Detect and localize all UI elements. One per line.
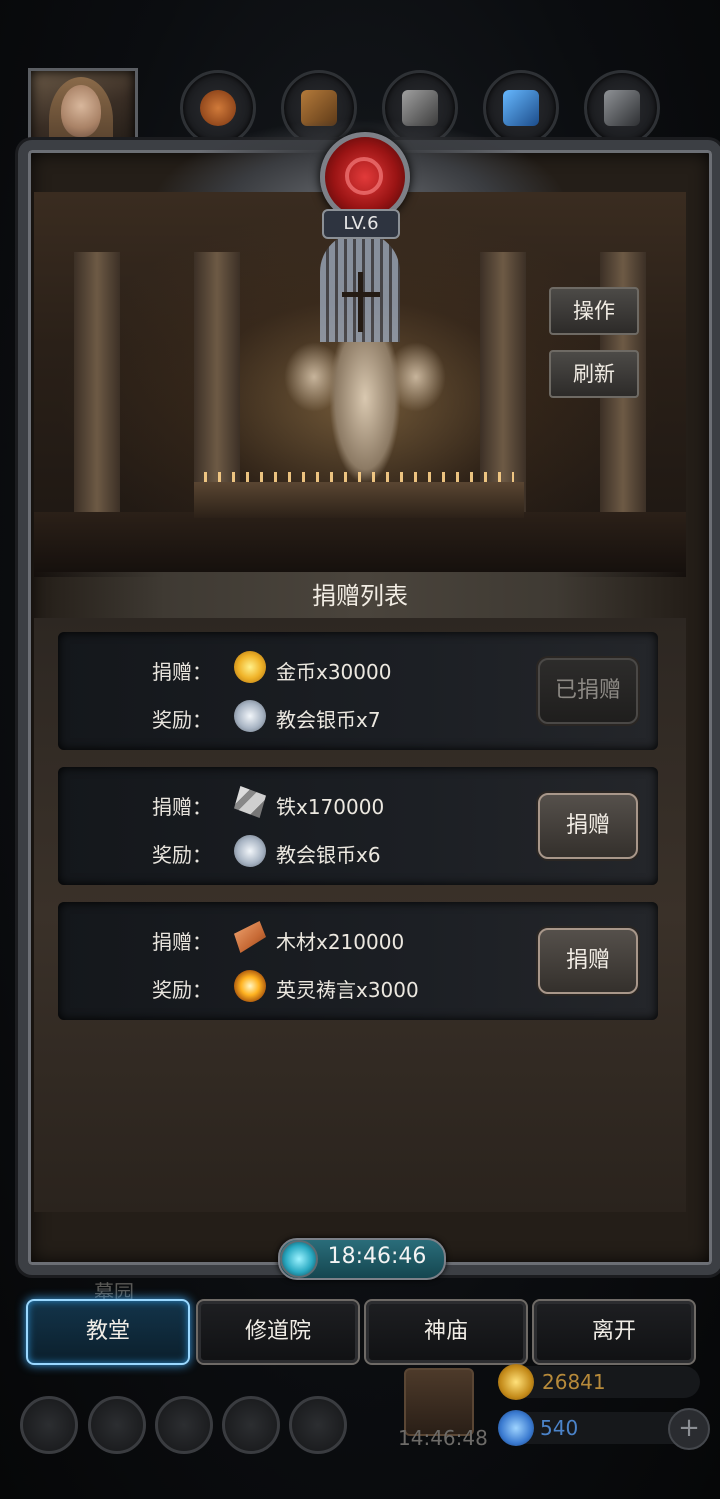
reward-item: 英灵祷言x3000 <box>276 978 419 1002</box>
donate-label: 捐赠： <box>152 795 212 819</box>
gold-icon <box>498 1364 534 1400</box>
heroic-prayer-icon <box>234 970 266 1002</box>
operate-button[interactable]: 操作 <box>549 287 639 335</box>
donation-row: 捐赠： 木材x210000 奖励： 英灵祷言x3000 捐赠 <box>58 902 658 1020</box>
candles <box>204 472 514 482</box>
add-currency-button[interactable]: + <box>668 1408 710 1450</box>
tab-temple[interactable]: 神庙 <box>364 1299 528 1365</box>
guild-icon[interactable] <box>155 1396 213 1454</box>
reward-item: 教会银币x6 <box>276 843 381 867</box>
pillar <box>74 252 120 532</box>
donate-button[interactable]: 捐赠 <box>538 793 638 859</box>
refresh-button[interactable]: 刷新 <box>549 350 639 398</box>
level-badge: LV.6 <box>322 209 400 239</box>
quest-icon[interactable] <box>289 1396 347 1454</box>
hero-icon[interactable] <box>88 1396 146 1454</box>
mail-icon[interactable] <box>222 1396 280 1454</box>
altar <box>194 482 524 518</box>
gem-amount: 540 <box>540 1416 579 1440</box>
donate-item: 木材x210000 <box>276 930 405 954</box>
tab-church[interactable]: 教堂 <box>26 1299 190 1365</box>
donate-label: 捐赠： <box>152 660 212 684</box>
donate-item: 铁x170000 <box>276 795 385 819</box>
angel-statue <box>330 342 400 482</box>
gold-coin-icon <box>234 651 266 683</box>
donation-row: 捐赠： 铁x170000 奖励： 教会银币x6 捐赠 <box>58 767 658 885</box>
avatar-face <box>61 85 101 137</box>
reward-label: 奖励： <box>152 843 212 867</box>
cross-bar <box>342 292 380 297</box>
stone-resource-icon[interactable] <box>584 70 660 146</box>
wood-icon <box>234 921 266 953</box>
timer-text: 18:46:46 <box>327 1244 427 1269</box>
donate-label: 捐赠： <box>152 930 212 954</box>
cross <box>358 272 363 332</box>
clock-icon <box>280 1240 318 1278</box>
gold-amount: 26841 <box>542 1370 606 1394</box>
floor <box>34 512 686 577</box>
tab-monastery[interactable]: 修道院 <box>196 1299 360 1365</box>
iron-icon <box>234 786 266 818</box>
gift-timer: 14:46:48 <box>398 1426 488 1450</box>
donated-button[interactable]: 已捐赠 <box>538 658 638 724</box>
church-silver-coin-icon <box>234 700 266 732</box>
reward-item: 教会银币x7 <box>276 708 381 732</box>
reward-label: 奖励： <box>152 708 212 732</box>
tab-leave[interactable]: 离开 <box>532 1299 696 1365</box>
donation-row: 捐赠： 金币x30000 奖励： 教会银币x7 已捐赠 <box>58 632 658 750</box>
gem-icon <box>498 1410 534 1446</box>
church-silver-coin-icon <box>234 835 266 867</box>
donate-button[interactable]: 捐赠 <box>538 928 638 994</box>
donation-list-title: 捐赠列表 <box>34 572 686 620</box>
reward-label: 奖励： <box>152 978 212 1002</box>
donate-item: 金币x30000 <box>276 660 392 684</box>
settings-icon[interactable] <box>20 1396 78 1454</box>
